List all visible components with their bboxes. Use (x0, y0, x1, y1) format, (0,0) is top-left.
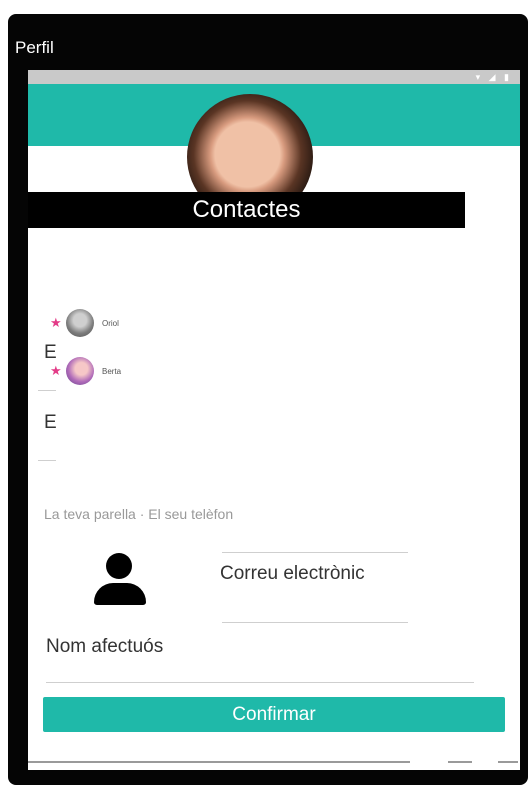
partial-field-label: E (44, 412, 57, 433)
nav-home-button[interactable] (498, 761, 518, 763)
contact-name: Oriol (102, 318, 119, 328)
contact-item[interactable]: ★ Oriol (50, 308, 119, 338)
nickname-field[interactable]: Nom afectuós (46, 636, 163, 658)
contact-avatar (66, 309, 94, 337)
email-field[interactable]: Correu electrònic (220, 563, 365, 585)
field-underline (38, 390, 56, 391)
partial-field-label: E (44, 342, 57, 363)
status-bar: ▾ ◢ ▮ (28, 70, 520, 84)
status-icons: ▾ ◢ ▮ (475, 72, 512, 82)
contacts-dialog-header: Contactes (28, 192, 465, 228)
nav-back-button[interactable] (448, 761, 472, 763)
field-underline (222, 552, 408, 553)
contact-avatar (66, 357, 94, 385)
contacts-title: Contactes (192, 196, 301, 223)
confirm-button[interactable]: Confirmar (43, 697, 505, 732)
person-icon (94, 553, 146, 605)
page-title: Perfil (15, 38, 54, 57)
nav-bar (28, 756, 520, 770)
favorite-star-icon: ★ (50, 363, 62, 378)
section-label: La teva parella · El seu telèfon (44, 506, 234, 522)
contact-name: Berta (102, 366, 122, 376)
field-underline (38, 460, 56, 461)
nav-divider (28, 761, 410, 763)
nickname-underline (46, 682, 474, 683)
favorite-star-icon: ★ (50, 315, 62, 330)
email-underline (222, 622, 408, 623)
contact-item[interactable]: ★ Berta (50, 356, 121, 386)
